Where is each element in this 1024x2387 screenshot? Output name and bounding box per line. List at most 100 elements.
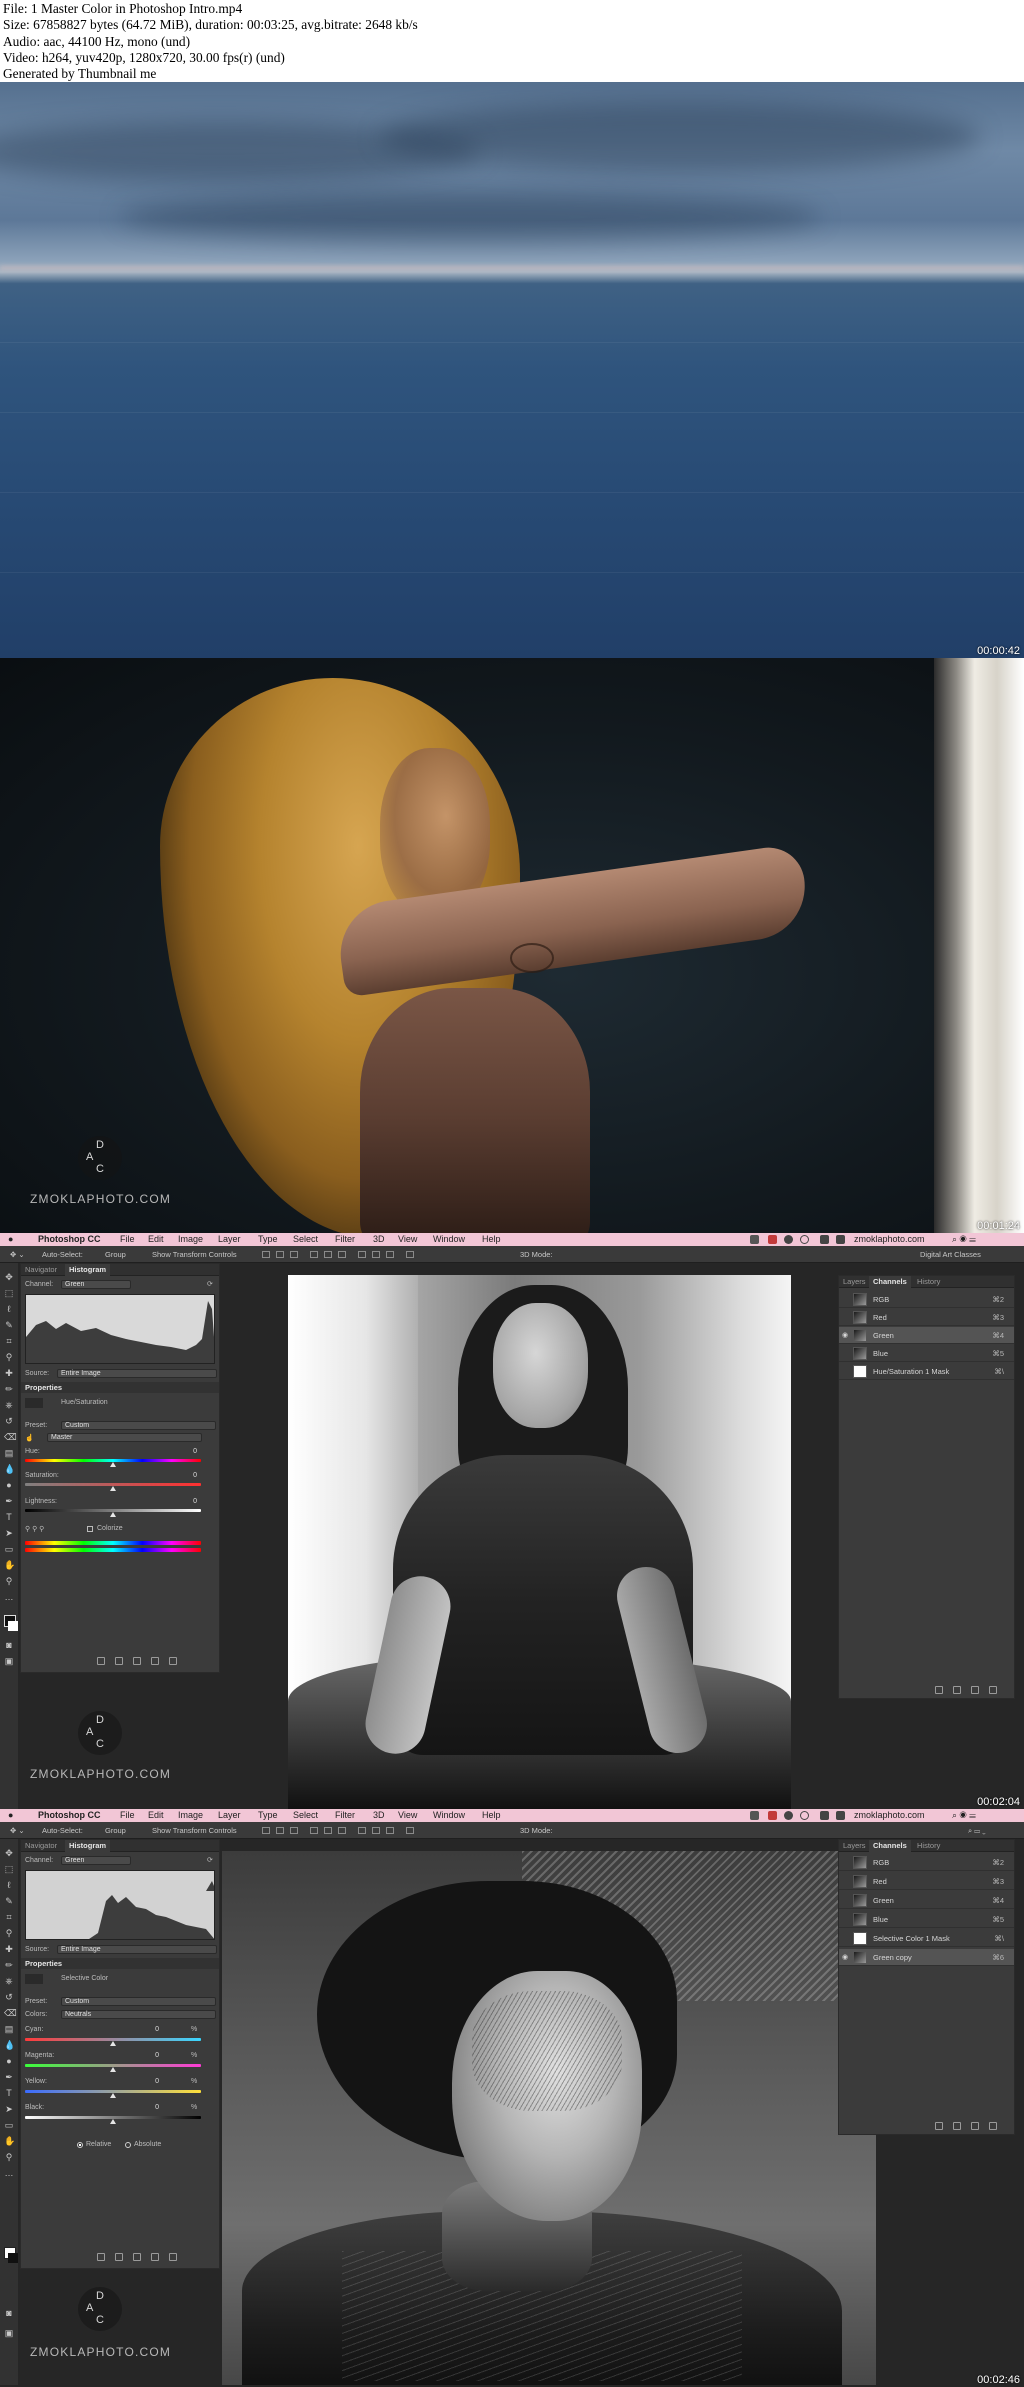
channel-select[interactable]: Green [61, 1856, 131, 1865]
zoom-tool-icon[interactable]: ⚲ [4, 1577, 14, 1586]
crop-tool-icon[interactable]: ⌗ [4, 1913, 14, 1922]
clone-tool-icon[interactable]: ⎈ [4, 1977, 14, 1986]
save-selection-icon[interactable] [953, 2122, 961, 2130]
align-icon[interactable] [406, 1251, 414, 1258]
dodge-tool-icon[interactable]: ● [4, 2057, 14, 2066]
quick-mask-icon[interactable]: ◙ [4, 1641, 14, 1650]
distribute-icon[interactable] [358, 1827, 366, 1834]
refresh-icon[interactable]: ⟳ [207, 1856, 213, 1864]
visibility-eye-icon[interactable]: ◉ [842, 1949, 848, 1966]
airplay-icon[interactable] [820, 1811, 829, 1820]
wifi-icon[interactable] [800, 1811, 809, 1820]
view-previous-icon[interactable] [115, 2253, 123, 2261]
yellow-slider-knob[interactable] [110, 2093, 116, 2098]
load-selection-icon[interactable] [935, 2122, 943, 2130]
channel-row-blue[interactable]: Blue ⌘5 [839, 1911, 1014, 1928]
battery-icon[interactable] [836, 1811, 845, 1820]
menu-type[interactable]: Type [258, 1809, 278, 1822]
menu-edit[interactable]: Edit [148, 1809, 164, 1822]
distribute-icon[interactable] [338, 1827, 346, 1834]
align-icon[interactable] [262, 1251, 270, 1258]
relative-radio[interactable] [77, 2142, 83, 2148]
move-tool-icon[interactable]: ✥ [4, 1273, 14, 1282]
yellow-value[interactable]: 0 [141, 2078, 159, 2085]
distribute-icon[interactable] [310, 1827, 318, 1834]
clip-layer-icon[interactable] [97, 2253, 105, 2261]
channel-row-rgb[interactable]: RGB ⌘2 [839, 1854, 1014, 1871]
align-icon[interactable] [262, 1827, 270, 1834]
preset-select[interactable]: Custom [61, 1997, 216, 2006]
source-select[interactable]: Entire Image [57, 1369, 217, 1378]
menubar-user[interactable]: zmoklaphoto.com [854, 1809, 925, 1822]
quick-mask-icon[interactable]: ◙ [4, 2309, 14, 2318]
menu-view[interactable]: View [398, 1809, 417, 1822]
visibility-eye-icon[interactable]: ◉ [842, 1327, 848, 1344]
distribute-icon[interactable] [324, 1827, 332, 1834]
more-tools-icon[interactable]: … [4, 1593, 14, 1602]
menu-layer[interactable]: Layer [218, 1233, 241, 1246]
background-color-swatch[interactable] [8, 2253, 18, 2263]
new-channel-icon[interactable] [971, 1686, 979, 1694]
refresh-icon[interactable]: ⟳ [207, 1280, 213, 1288]
visibility-eye-icon[interactable] [151, 2253, 159, 2261]
eyedropper-tool-icon[interactable]: ⚲ [4, 1353, 14, 1362]
saturation-slider-knob[interactable] [110, 1486, 116, 1491]
preset-select[interactable]: Custom [61, 1421, 216, 1430]
move-tool-icon[interactable]: ✥ [4, 1849, 14, 1858]
save-selection-icon[interactable] [953, 1686, 961, 1694]
eraser-tool-icon[interactable]: ⌫ [4, 1433, 17, 1442]
tab-history[interactable]: History [913, 1276, 944, 1288]
search-icon[interactable]: ⌕ ▭ ⌄ [968, 1822, 986, 1839]
tab-histogram[interactable]: Histogram [65, 1840, 111, 1852]
align-icon[interactable] [276, 1251, 284, 1258]
creative-cloud-icon[interactable] [750, 1811, 759, 1820]
trash-icon[interactable] [169, 2253, 177, 2261]
dodge-tool-icon[interactable]: ● [4, 1481, 14, 1490]
path-select-icon[interactable]: ➤ [4, 1529, 14, 1538]
trash-icon[interactable] [989, 1686, 997, 1694]
hand-tool-icon[interactable]: ✋ [4, 1561, 15, 1570]
channel-row-mask[interactable]: Selective Color 1 Mask ⌘\ [839, 1930, 1014, 1947]
menubar-user[interactable]: zmoklaphoto.com [854, 1233, 925, 1246]
menu-filter[interactable]: Filter [335, 1809, 355, 1822]
target-hand-icon[interactable]: ☝ [25, 1434, 34, 1442]
shape-tool-icon[interactable]: ▭ [4, 1545, 14, 1554]
menu-filter[interactable]: Filter [335, 1233, 355, 1246]
menu-type[interactable]: Type [258, 1233, 278, 1246]
tab-histogram[interactable]: Histogram [65, 1264, 111, 1276]
menu-file[interactable]: File [120, 1233, 135, 1246]
auto-select-checkbox[interactable]: Auto-Select: [42, 1822, 83, 1839]
align-icon[interactable] [276, 1827, 284, 1834]
reset-icon[interactable] [133, 2253, 141, 2261]
app-name[interactable]: Photoshop CC [38, 1233, 101, 1246]
eyedropper-tool-icon[interactable]: ⚲ [4, 1929, 14, 1938]
auto-select-checkbox[interactable]: Auto-Select: [42, 1246, 83, 1263]
distribute-icon[interactable] [372, 1827, 380, 1834]
menu-edit[interactable]: Edit [148, 1233, 164, 1246]
distribute-icon[interactable] [358, 1251, 366, 1258]
record-icon[interactable] [768, 1235, 777, 1244]
visibility-eye-icon[interactable] [151, 1657, 159, 1665]
channel-select[interactable]: Green [61, 1280, 131, 1289]
clone-tool-icon[interactable]: ⎈ [4, 1401, 14, 1410]
type-tool-icon[interactable]: T [4, 1513, 14, 1522]
distribute-icon[interactable] [386, 1827, 394, 1834]
group-select[interactable]: Group [105, 1246, 126, 1263]
blur-tool-icon[interactable]: 💧 [4, 2041, 15, 2050]
move-tool-icon[interactable]: ✥ ⌄ [10, 1822, 25, 1839]
move-tool-icon[interactable]: ✥ ⌄ [10, 1246, 25, 1263]
record-icon[interactable] [768, 1811, 777, 1820]
align-icon[interactable] [290, 1251, 298, 1258]
apple-icon[interactable]: ● [8, 1233, 13, 1246]
reset-icon[interactable] [133, 1657, 141, 1665]
tab-layers[interactable]: Layers [839, 1840, 870, 1852]
distribute-icon[interactable] [372, 1251, 380, 1258]
align-icon[interactable] [290, 1827, 298, 1834]
zoom-tool-icon[interactable]: ⚲ [4, 2153, 14, 2162]
airplay-icon[interactable] [820, 1235, 829, 1244]
screen-mode-icon[interactable]: ▣ [4, 1657, 14, 1666]
spotlight-icon[interactable]: ⌕ ◉ ☰ [952, 1809, 976, 1822]
pen-tool-icon[interactable]: ✒ [4, 2073, 14, 2082]
range-select[interactable]: Master [47, 1433, 202, 1442]
black-slider-knob[interactable] [110, 2119, 116, 2124]
